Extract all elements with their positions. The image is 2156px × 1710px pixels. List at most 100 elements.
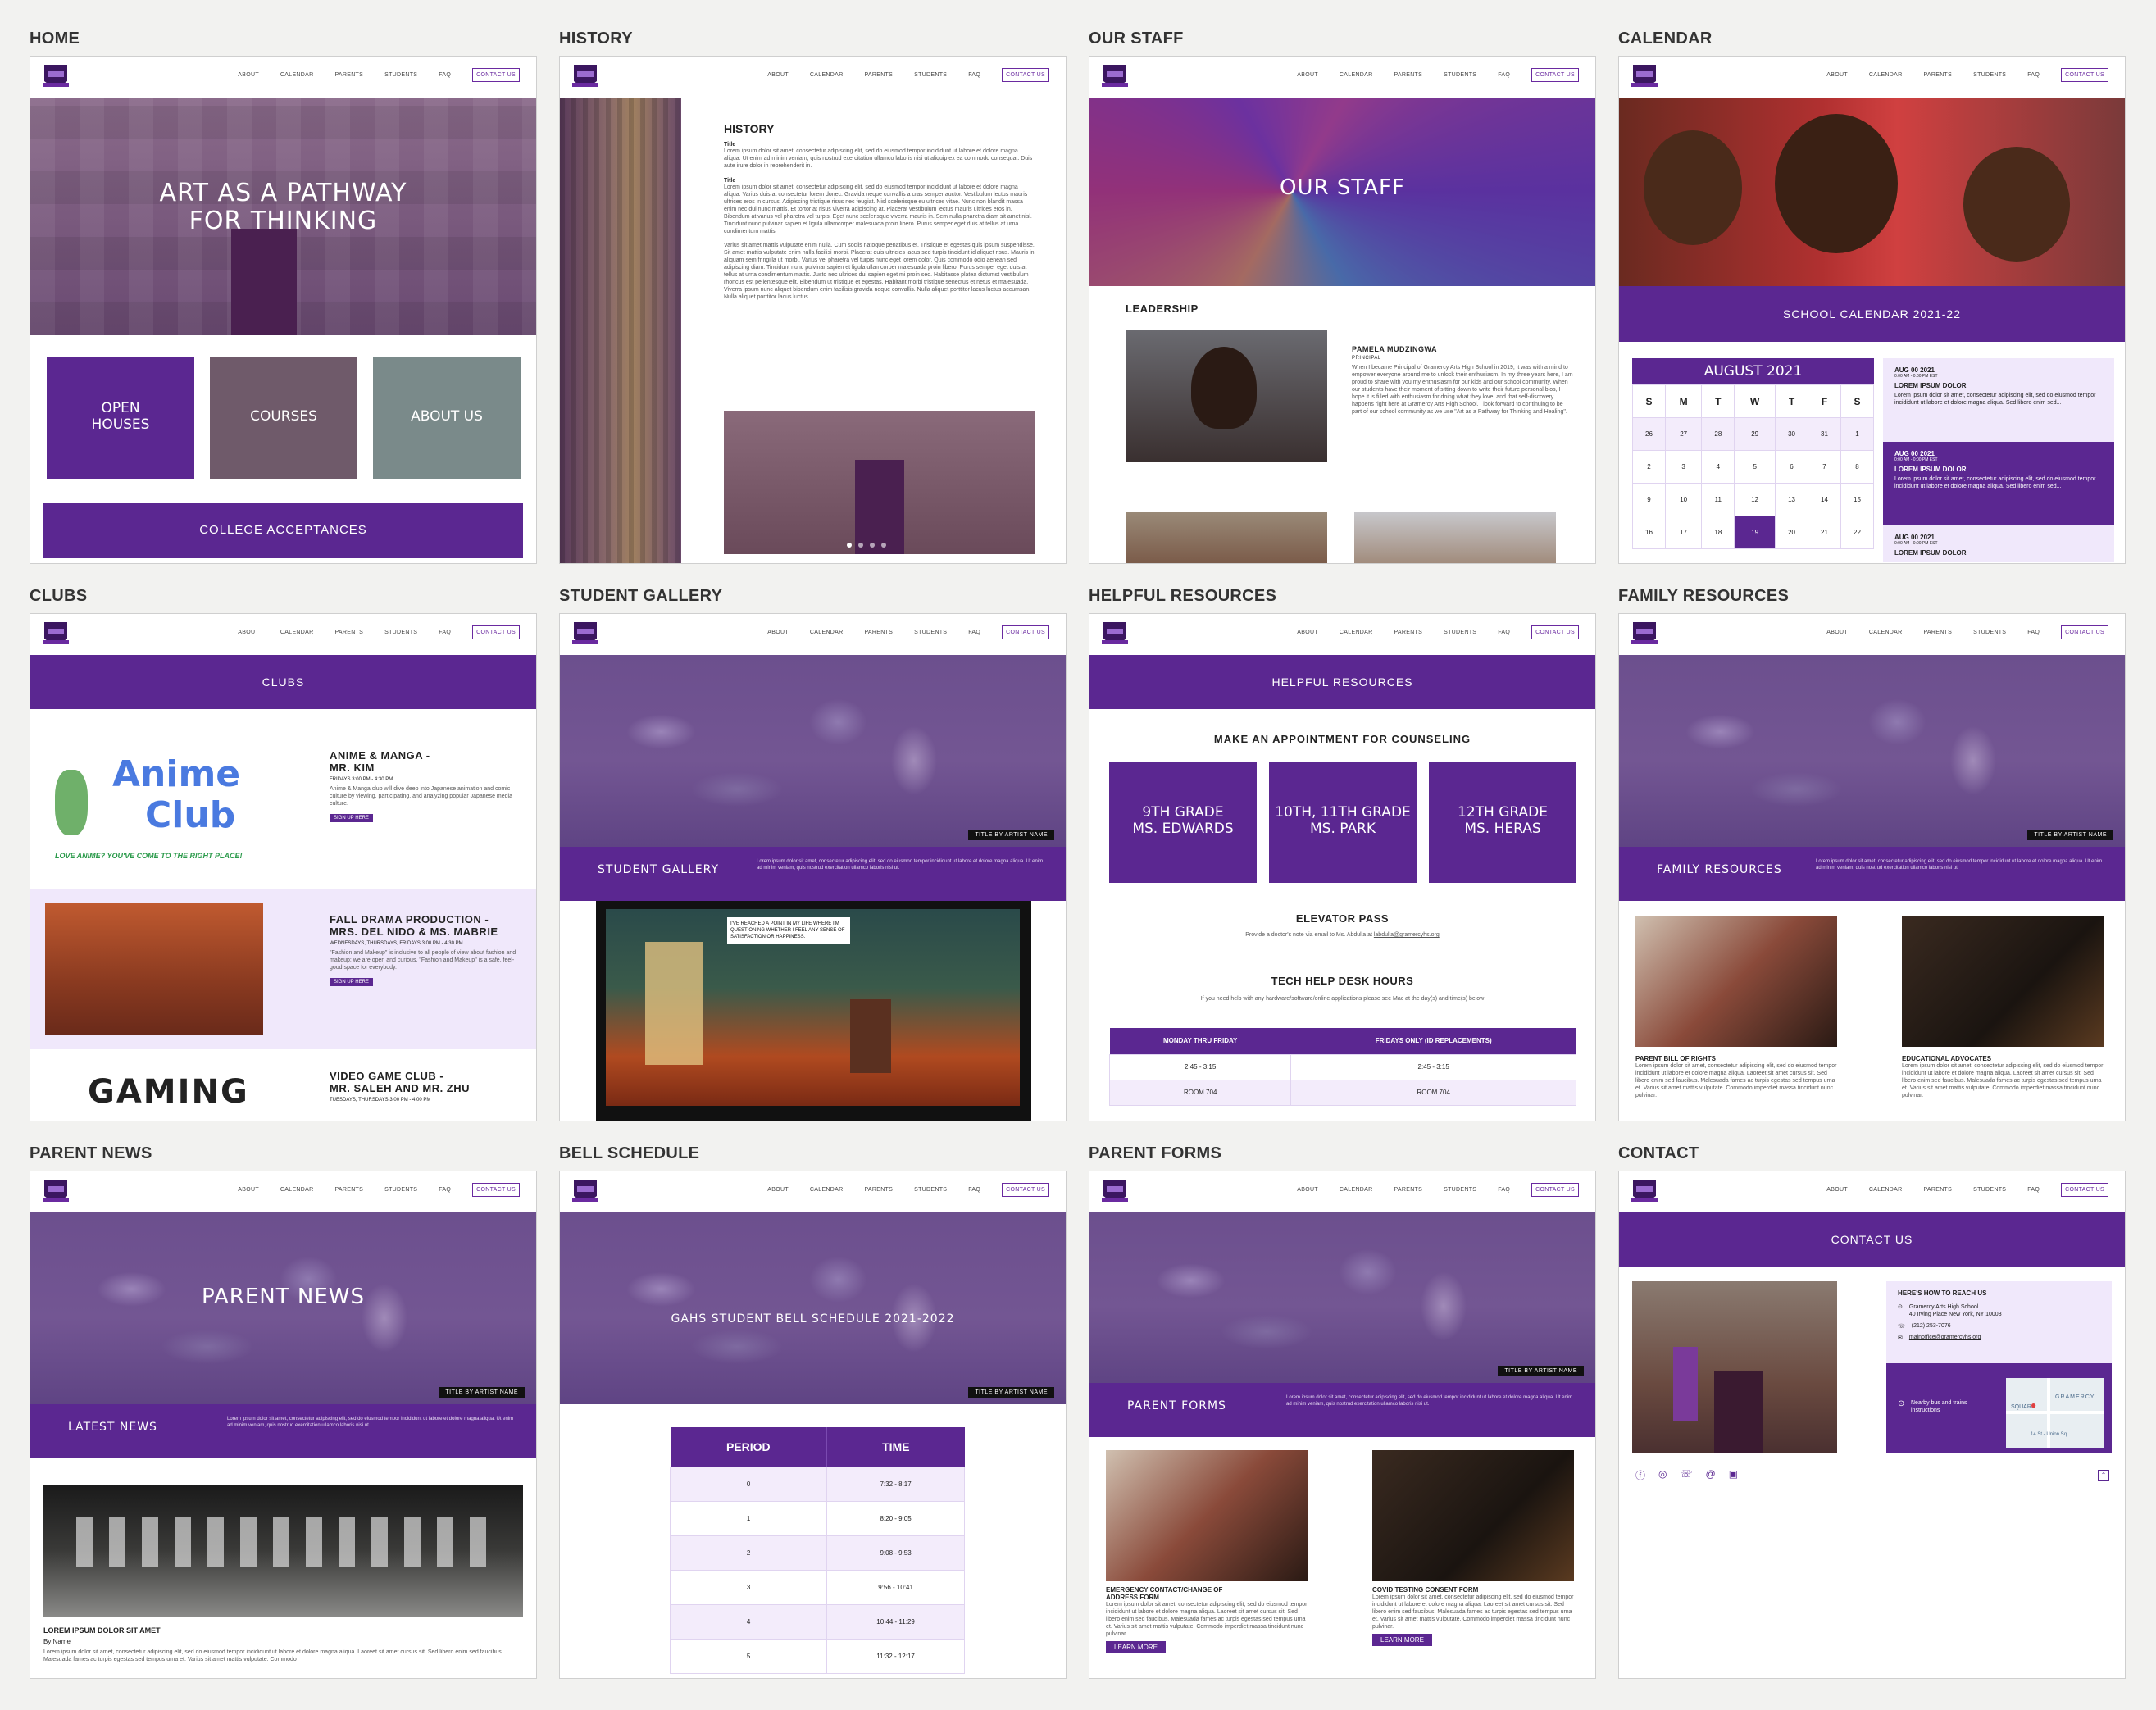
calendar-day[interactable]: 8: [1840, 450, 1875, 484]
calendar-day[interactable]: 27: [1664, 417, 1703, 451]
nav-calendar[interactable]: CALENDAR: [1869, 630, 1903, 635]
nav-calendar[interactable]: CALENDAR: [1340, 1187, 1373, 1193]
about-us-tile[interactable]: ABOUT US: [373, 357, 521, 479]
school-logo-icon[interactable]: [1101, 61, 1129, 93]
nav-contact-button[interactable]: CONTACT US: [472, 625, 520, 639]
nav-faq[interactable]: FAQ: [968, 630, 980, 635]
calendar-day[interactable]: 15: [1840, 483, 1875, 516]
form-title[interactable]: COVID TESTING CONSENT FORM: [1372, 1586, 1574, 1594]
nav-parents[interactable]: PARENTS: [334, 630, 363, 635]
nav-calendar[interactable]: CALENDAR: [280, 72, 314, 78]
nav-calendar[interactable]: CALENDAR: [810, 72, 844, 78]
calendar-day[interactable]: 12: [1734, 483, 1776, 516]
emergency-form-image[interactable]: [1106, 1450, 1308, 1581]
nav-parents[interactable]: PARENTS: [1923, 72, 1952, 78]
nav-calendar[interactable]: CALENDAR: [1340, 72, 1373, 78]
nav-about[interactable]: ABOUT: [1297, 1187, 1318, 1193]
counselor-tile-12th[interactable]: 12TH GRADE MS. HERAS: [1429, 762, 1576, 883]
nav-calendar[interactable]: CALENDAR: [810, 630, 844, 635]
nav-contact-button[interactable]: CONTACT US: [1002, 625, 1049, 639]
nav-students[interactable]: STUDENTS: [914, 72, 947, 78]
calendar-day[interactable]: 9: [1632, 483, 1666, 516]
facebook-icon[interactable]: ⓕ: [1635, 1468, 1645, 1482]
calendar-day[interactable]: 20: [1775, 516, 1809, 549]
nav-faq[interactable]: FAQ: [2027, 630, 2040, 635]
nav-parents[interactable]: PARENTS: [1394, 1187, 1422, 1193]
nav-parents[interactable]: PARENTS: [334, 72, 363, 78]
resource-title[interactable]: EDUCATIONAL ADVOCATES: [1902, 1055, 2104, 1062]
nav-students[interactable]: STUDENTS: [1973, 72, 2006, 78]
calendar-day[interactable]: 11: [1701, 483, 1735, 516]
signup-button[interactable]: SIGN UP HERE: [330, 978, 373, 986]
nav-parents[interactable]: PARENTS: [864, 1187, 893, 1193]
calendar-day[interactable]: 28: [1701, 417, 1735, 451]
nav-faq[interactable]: FAQ: [1498, 72, 1510, 78]
calendar-day[interactable]: 31: [1808, 417, 1841, 451]
nav-parents[interactable]: PARENTS: [864, 630, 893, 635]
calendar-event[interactable]: AUG 00 2021 0:00 AM - 0:00 PM EST LOREM IP…: [1883, 525, 2114, 562]
calendar-day[interactable]: 22: [1840, 516, 1875, 549]
nav-contact-button[interactable]: CONTACT US: [1002, 68, 1049, 82]
at-sign-icon[interactable]: @: [1706, 1468, 1716, 1482]
calendar-day[interactable]: 29: [1734, 417, 1776, 451]
school-logo-icon[interactable]: [42, 619, 70, 650]
school-logo-icon[interactable]: [1631, 1176, 1658, 1207]
school-logo-icon[interactable]: [1631, 619, 1658, 650]
nav-contact-button[interactable]: CONTACT US: [1531, 1183, 1579, 1197]
form-title[interactable]: EMERGENCY CONTACT/CHANGE OF: [1106, 1586, 1308, 1594]
nav-faq[interactable]: FAQ: [1498, 630, 1510, 635]
phone-social-icon[interactable]: ☏: [1681, 1468, 1693, 1482]
counselor-tile-9th[interactable]: 9TH GRADE MS. EDWARDS: [1109, 762, 1257, 883]
calendar-day[interactable]: 26: [1632, 417, 1666, 451]
school-phone[interactable]: (212) 253-7076: [1912, 1323, 1951, 1330]
nav-about[interactable]: ABOUT: [1826, 630, 1848, 635]
nav-contact-button[interactable]: CONTACT US: [472, 1183, 520, 1197]
form-title[interactable]: ADDRESS FORM: [1106, 1594, 1308, 1601]
nav-students[interactable]: STUDENTS: [384, 1187, 417, 1193]
nav-about[interactable]: ABOUT: [1297, 72, 1318, 78]
school-logo-icon[interactable]: [1631, 61, 1658, 93]
calendar-day[interactable]: 6: [1775, 450, 1809, 484]
nav-contact-button[interactable]: CONTACT US: [2061, 1183, 2108, 1197]
learn-more-button[interactable]: LEARN MORE: [1372, 1634, 1432, 1646]
calendar-day[interactable]: 14: [1808, 483, 1841, 516]
nav-about[interactable]: ABOUT: [767, 72, 789, 78]
counselor-tile-10th-11th[interactable]: 10TH, 11TH GRADE MS. PARK: [1269, 762, 1417, 883]
nav-faq[interactable]: FAQ: [968, 72, 980, 78]
nav-calendar[interactable]: CALENDAR: [280, 1187, 314, 1193]
nav-calendar[interactable]: CALENDAR: [1340, 630, 1373, 635]
nav-students[interactable]: STUDENTS: [1973, 1187, 2006, 1193]
linkedin-icon[interactable]: ▣: [1729, 1468, 1738, 1482]
nav-contact-button[interactable]: CONTACT US: [1531, 68, 1579, 82]
nav-students[interactable]: STUDENTS: [914, 630, 947, 635]
scroll-to-top-icon[interactable]: ⌃: [2098, 1470, 2109, 1481]
nav-about[interactable]: ABOUT: [767, 630, 789, 635]
calendar-day[interactable]: 21: [1808, 516, 1841, 549]
calendar-day[interactable]: 13: [1775, 483, 1809, 516]
nav-faq[interactable]: FAQ: [1498, 1187, 1510, 1193]
school-logo-icon[interactable]: [42, 1176, 70, 1207]
calendar-event[interactable]: AUG 00 2021 0:00 AM - 0:00 PM EST LOREM IP…: [1883, 358, 2114, 442]
courses-tile[interactable]: COURSES: [210, 357, 357, 479]
nav-about[interactable]: ABOUT: [1297, 630, 1318, 635]
carousel-dots[interactable]: [847, 543, 886, 548]
nav-about[interactable]: ABOUT: [238, 630, 259, 635]
calendar-day[interactable]: 17: [1664, 516, 1703, 549]
school-logo-icon[interactable]: [42, 61, 70, 93]
calendar-day[interactable]: 19: [1734, 516, 1776, 549]
college-acceptances-button[interactable]: COLLEGE ACCEPTANCES: [43, 503, 523, 558]
school-logo-icon[interactable]: [571, 1176, 599, 1207]
nav-contact-button[interactable]: CONTACT US: [1531, 625, 1579, 639]
calendar-day[interactable]: 5: [1734, 450, 1776, 484]
learn-more-button[interactable]: LEARN MORE: [1106, 1641, 1166, 1653]
calendar-day[interactable]: 18: [1701, 516, 1735, 549]
nav-parents[interactable]: PARENTS: [1923, 1187, 1952, 1193]
calendar-day[interactable]: 1: [1840, 417, 1875, 451]
nav-parents[interactable]: PARENTS: [1923, 630, 1952, 635]
news-headline[interactable]: LOREM IPSUM DOLOR SIT AMET: [43, 1626, 523, 1635]
calendar-day[interactable]: 2: [1632, 450, 1666, 484]
nav-parents[interactable]: PARENTS: [1394, 72, 1422, 78]
calendar-day[interactable]: 7: [1808, 450, 1841, 484]
nav-contact-button[interactable]: CONTACT US: [2061, 625, 2108, 639]
nav-students[interactable]: STUDENTS: [1444, 72, 1476, 78]
